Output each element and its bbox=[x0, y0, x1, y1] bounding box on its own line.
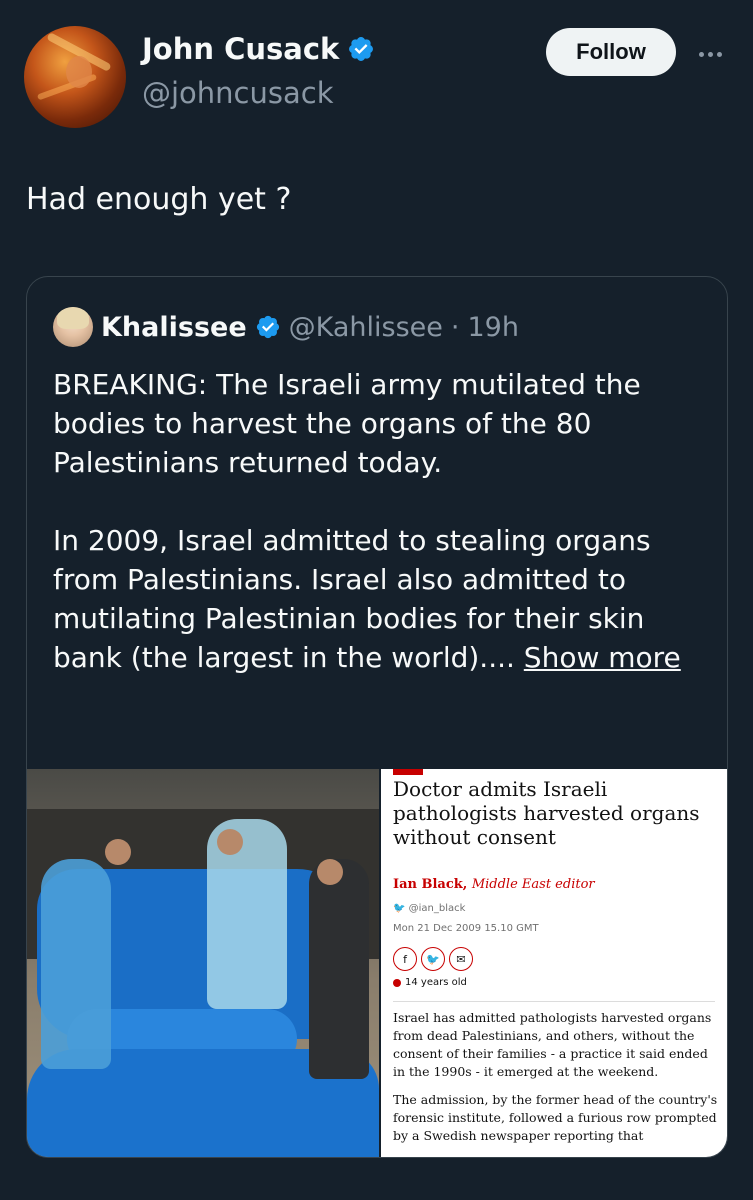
facebook-icon: f bbox=[393, 947, 417, 971]
clock-icon bbox=[393, 978, 401, 987]
article-author-handle-text: @ian_black bbox=[408, 903, 466, 914]
quoted-paragraph-1: BREAKING: The Israeli army mutilated the… bbox=[53, 368, 641, 479]
follow-button[interactable]: Follow bbox=[546, 28, 676, 76]
show-more-link[interactable]: Show more bbox=[524, 641, 681, 674]
article-date: Mon 21 Dec 2009 15.10 GMT bbox=[393, 923, 539, 934]
article-divider bbox=[393, 1001, 715, 1002]
author-handle[interactable]: @johncusack bbox=[142, 76, 334, 110]
quoted-tweet-media[interactable]: Doctor admits Israeli pathologists harve… bbox=[27, 769, 727, 1157]
article-author-name: Ian Black, bbox=[393, 877, 468, 892]
twitter-bird-icon: 🐦 bbox=[393, 903, 406, 914]
tweet-header: John Cusack @johncusack Follow bbox=[24, 20, 730, 130]
email-icon: ✉ bbox=[449, 947, 473, 971]
author-name-row: John Cusack bbox=[142, 32, 375, 66]
article-kicker bbox=[393, 769, 423, 775]
quoted-tweet[interactable]: Khalissee @Kahlissee · 19h BREAKING: The… bbox=[26, 276, 728, 1158]
more-options-icon[interactable] bbox=[692, 36, 728, 72]
quoted-author-avatar bbox=[53, 307, 93, 347]
quoted-separator: · bbox=[450, 311, 460, 343]
article-author-handle: 🐦 @ian_black bbox=[393, 903, 465, 914]
article-paragraph-2: The admission, by the former head of the… bbox=[393, 1092, 718, 1143]
tweet-text: Had enough yet ? bbox=[26, 182, 292, 217]
twitter-bird-icon: 🐦 bbox=[421, 947, 445, 971]
media-article-screenshot[interactable]: Doctor admits Israeli pathologists harve… bbox=[379, 769, 727, 1157]
author-avatar[interactable] bbox=[24, 26, 126, 128]
article-author-role: Middle East editor bbox=[471, 877, 595, 892]
verified-badge-icon bbox=[256, 315, 279, 339]
article-title: Doctor admits Israeli pathologists harve… bbox=[393, 777, 700, 849]
quoted-tweet-body: BREAKING: The Israeli army mutilated the… bbox=[53, 365, 703, 677]
article-age: 14 years old bbox=[393, 977, 467, 988]
quoted-author-handle: @Kahlissee bbox=[288, 311, 443, 343]
article-share-buttons: f 🐦 ✉ bbox=[393, 947, 473, 971]
article-paragraph-1: Israel has admitted pathologists harvest… bbox=[393, 1010, 712, 1079]
quoted-tweet-header: Khalissee @Kahlissee · 19h bbox=[53, 307, 519, 347]
media-photo[interactable] bbox=[27, 769, 379, 1157]
verified-badge-icon bbox=[349, 37, 374, 61]
author-display-name[interactable]: John Cusack bbox=[142, 32, 339, 66]
quoted-time: 19h bbox=[467, 311, 519, 343]
quoted-author-display-name: Khalissee bbox=[101, 311, 247, 343]
quoted-paragraph-2: In 2009, Israel admitted to stealing org… bbox=[53, 521, 703, 677]
article-author: Ian Black, Middle East editor bbox=[393, 877, 595, 892]
article-age-text: 14 years old bbox=[405, 977, 467, 988]
